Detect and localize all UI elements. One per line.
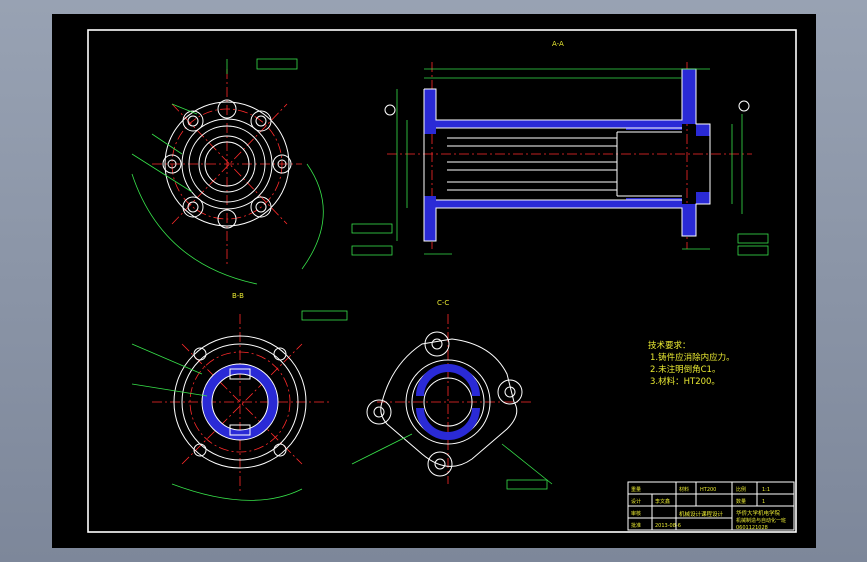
label-section-aa: A-A xyxy=(552,40,564,48)
tech-req-item-3: 3.材料：HT200。 xyxy=(650,376,720,387)
tb-drawing-name: 机械设计课程设计 xyxy=(679,510,724,518)
tb-school: 华侨大学机电学院 xyxy=(736,509,781,517)
tb-qty-label: 数量 xyxy=(736,498,746,505)
label-section-bb: B-B xyxy=(232,292,244,300)
tb-scale-label: 比例 xyxy=(736,486,746,493)
tb-major: 机械制造与自动化一班 xyxy=(736,517,786,524)
tb-date: 2013-08-6 xyxy=(655,523,681,529)
label-section-cc: C-C xyxy=(437,299,449,307)
tb-design-label: 设计 xyxy=(631,498,641,505)
tb-designer: 李文鑫 xyxy=(655,498,670,505)
section-aa-view xyxy=(351,62,769,256)
drawing-canvas: A-A B-B C-C 技术要求： 1.铸件应消除内应力。 2.未注明倒角C1。… xyxy=(87,29,797,533)
tech-req-item-2: 2.未注明倒角C1。 xyxy=(650,364,720,375)
flange-front-view xyxy=(131,58,324,285)
tb-material: HT200 xyxy=(700,487,716,493)
tech-req-title: 技术要求： xyxy=(648,340,691,351)
tech-req-item-1: 1.铸件应消除内应力。 xyxy=(650,352,735,363)
tb-check-label: 审核 xyxy=(631,510,641,517)
cad-viewport[interactable]: A-A B-B C-C 技术要求： 1.铸件应消除内应力。 2.未注明倒角C1。… xyxy=(0,0,867,562)
drawing-sheet[interactable]: A-A B-B C-C 技术要求： 1.铸件应消除内应力。 2.未注明倒角C1。… xyxy=(52,14,816,548)
tb-student-id: 0601121028 xyxy=(736,525,768,531)
tb-scale: 1:1 xyxy=(762,487,770,493)
bottom-left-view xyxy=(131,310,348,501)
tb-approve-label: 批准 xyxy=(631,522,641,529)
tb-weight-label: 重量 xyxy=(631,486,641,493)
tb-qty: 1 xyxy=(762,499,765,505)
tb-material-label: 材料 xyxy=(679,486,689,493)
section-cc-view xyxy=(351,314,553,490)
